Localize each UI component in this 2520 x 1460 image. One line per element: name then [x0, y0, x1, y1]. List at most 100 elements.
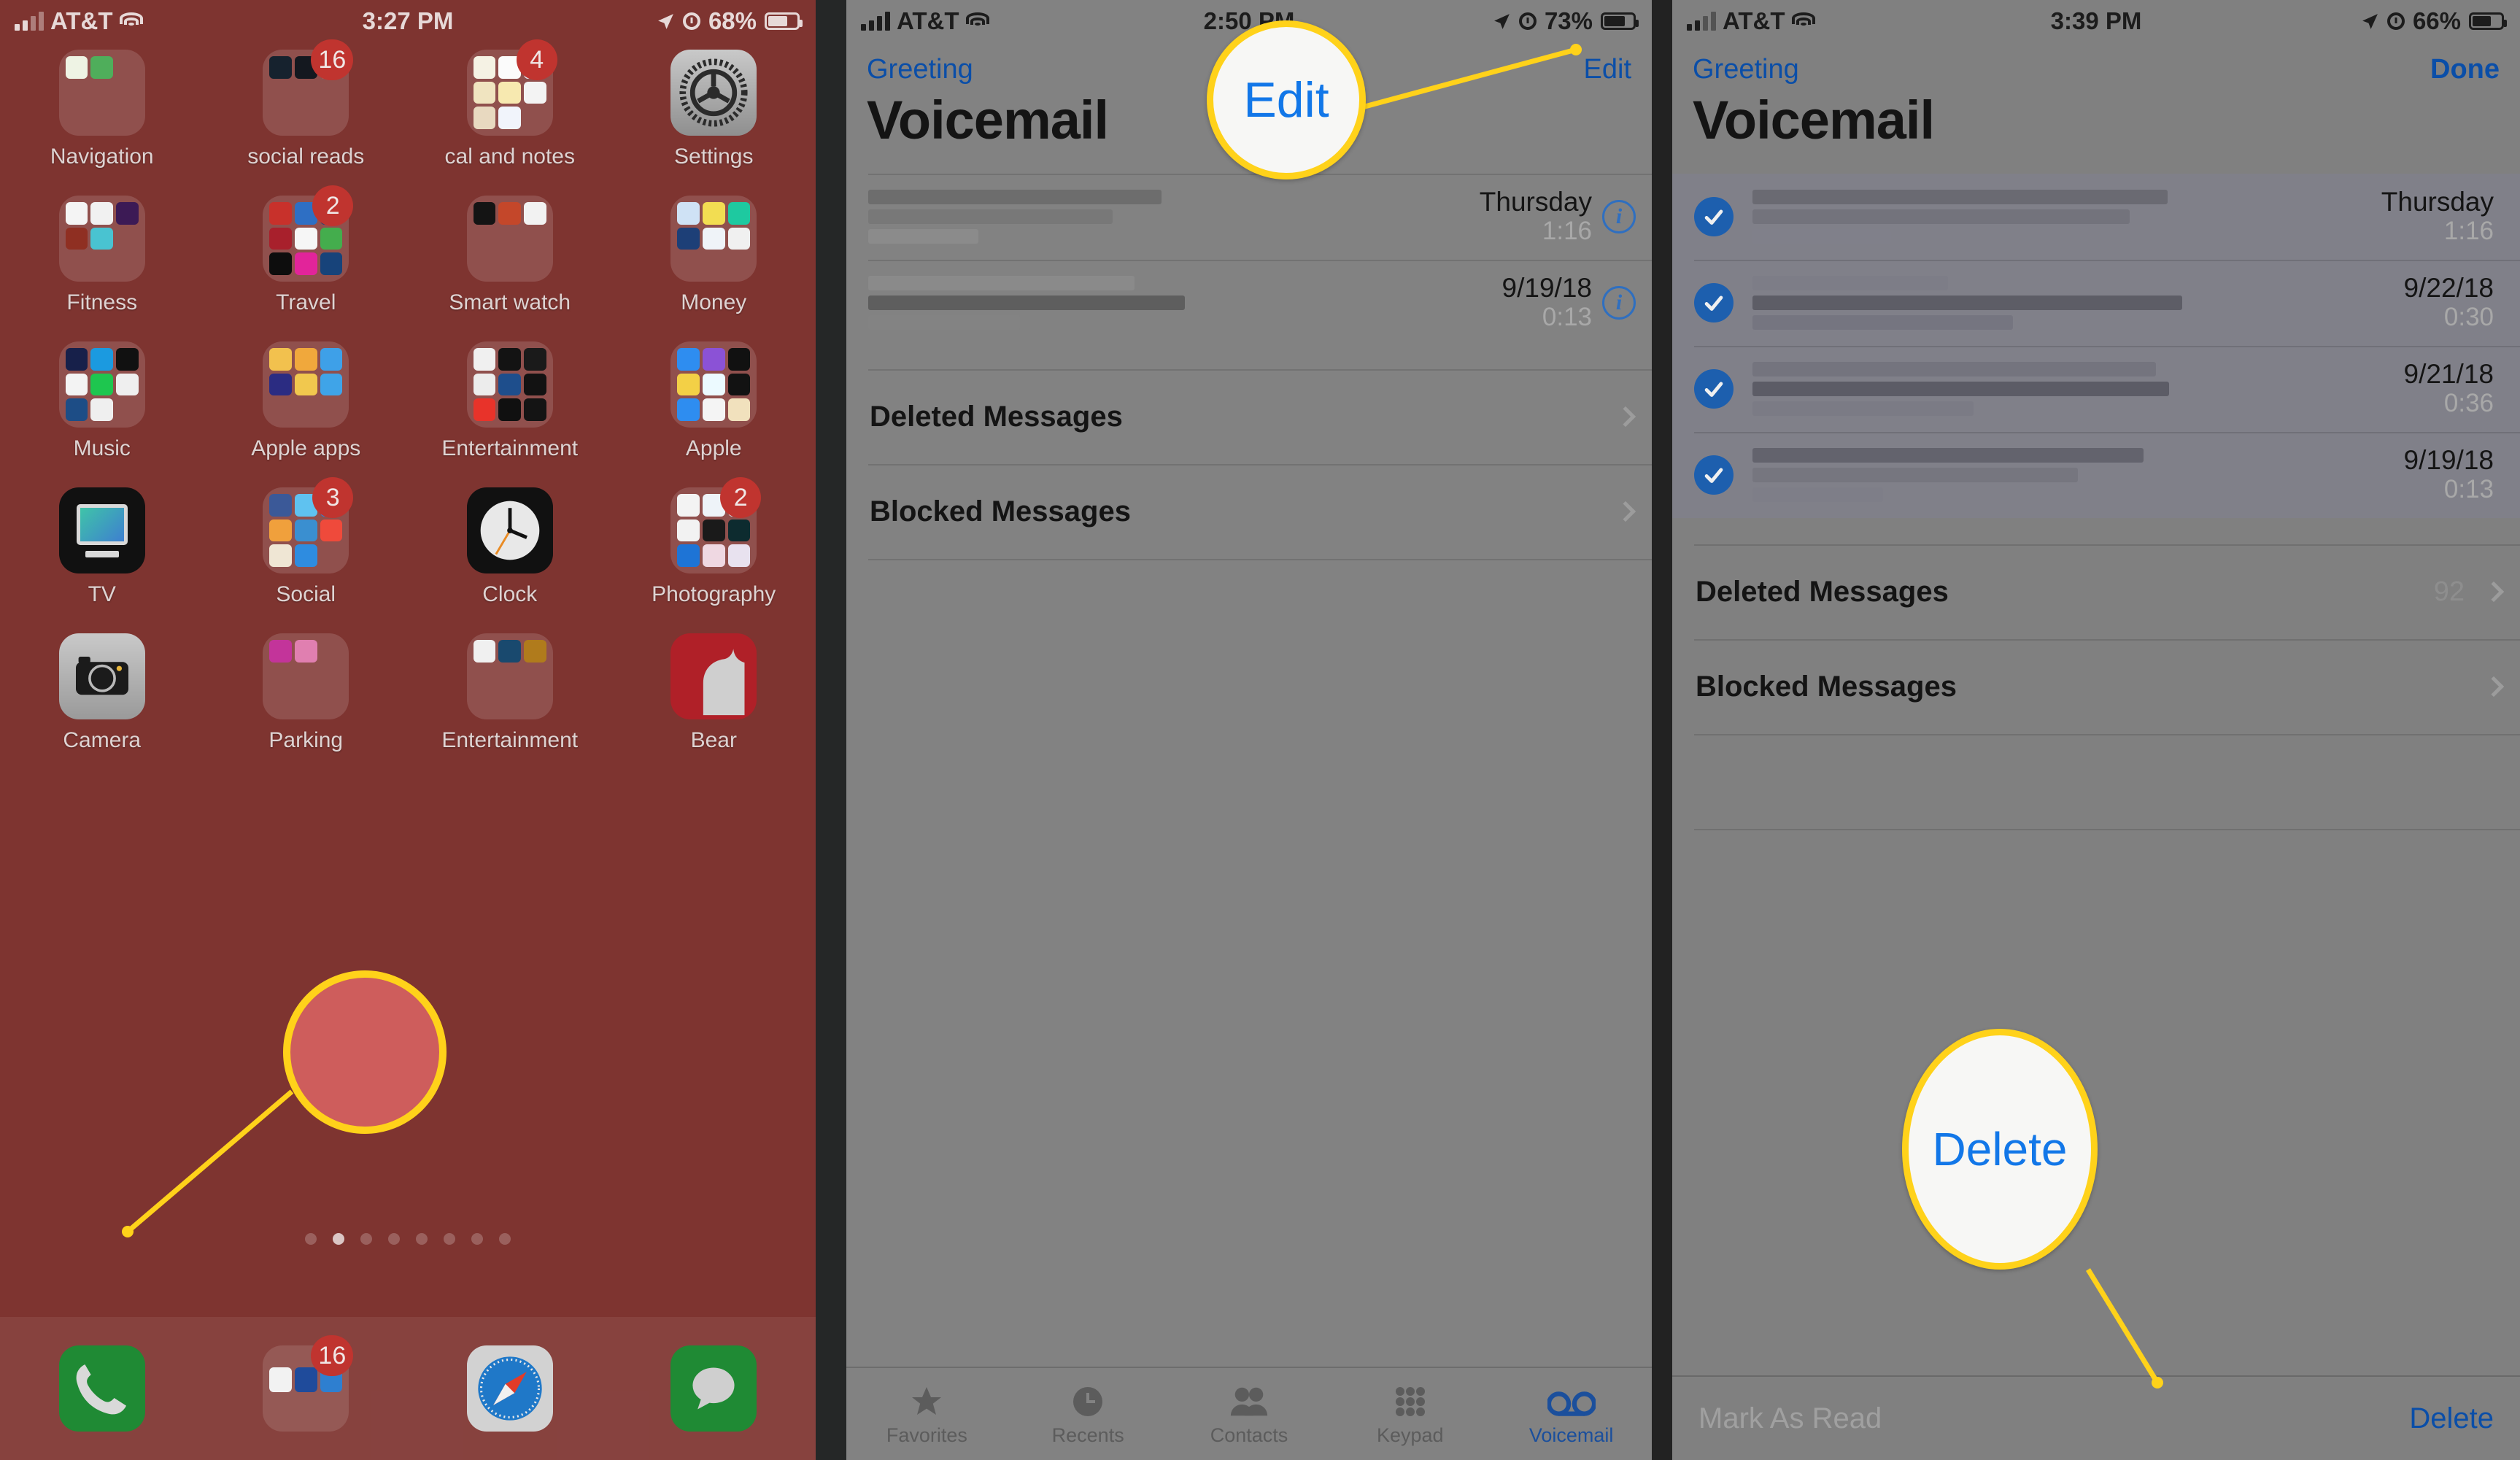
info-icon[interactable]: i: [1602, 286, 1636, 320]
mark-as-read-button[interactable]: Mark As Read: [1698, 1402, 1882, 1435]
wifi-icon: [965, 12, 989, 30]
battery-icon: [1601, 12, 1639, 30]
voicemail-row-selected[interactable]: Thursday 1:16: [1672, 174, 2520, 260]
camera-icon: [58, 633, 145, 719]
app-smart-watch[interactable]: Smart watch: [408, 196, 612, 341]
app-settings[interactable]: Settings: [612, 50, 816, 196]
app-photography[interactable]: 2 Photography: [612, 477, 816, 633]
greeting-button[interactable]: Greeting: [867, 54, 973, 85]
info-icon[interactable]: i: [1602, 200, 1636, 233]
carrier-label: AT&T: [1723, 7, 1785, 34]
app-social[interactable]: 3 Social: [204, 477, 409, 633]
screenshot-stage: AT&T 3:27 PM 68% Navigation 16 social re…: [0, 0, 2520, 1460]
deleted-messages-row[interactable]: Deleted Messages 92: [1672, 544, 2520, 639]
app-label: social reads: [247, 144, 365, 169]
voicemail-date: 9/22/18: [2403, 272, 2494, 303]
tab-recents[interactable]: Recents: [1008, 1381, 1169, 1447]
app-grid: Navigation 16 social reads 4 cal and not…: [0, 39, 816, 779]
voicemail-meta: 9/19/18 0:13: [1502, 274, 1592, 331]
carrier-label: AT&T: [50, 7, 113, 34]
done-button[interactable]: Done: [2430, 54, 2500, 85]
blocked-messages-label: Blocked Messages: [870, 495, 1131, 528]
voicemail-meta: 9/19/18 0:13: [2403, 444, 2494, 503]
safari-app-icon[interactable]: [466, 1345, 553, 1432]
tab-label: Keypad: [1377, 1424, 1444, 1446]
app-money[interactable]: Money: [612, 196, 816, 341]
checkbox-checked-icon[interactable]: [1694, 369, 1734, 409]
voicemail-row[interactable]: 9/19/18 0:13 i: [846, 260, 1652, 346]
folder-preview: [58, 341, 145, 428]
phone-app-icon[interactable]: [58, 1345, 145, 1432]
caller-name-redacted: [1752, 190, 2381, 244]
checkbox-checked-icon[interactable]: [1694, 283, 1734, 322]
blocked-messages-row[interactable]: Blocked Messages: [1672, 639, 2520, 734]
app-label: cal and notes: [444, 144, 575, 169]
voicemail-meta: Thursday 1:16: [1480, 188, 1592, 245]
badge-count: 3: [312, 477, 354, 518]
tab-bar: Favorites Recents Contacts Keypad Voicem…: [846, 1367, 1652, 1460]
caller-name-redacted: [1752, 362, 2404, 416]
tab-voicemail[interactable]: Voicemail: [1491, 1381, 1652, 1447]
voicemail-duration: 0:30: [2443, 302, 2494, 331]
tab-keypad[interactable]: Keypad: [1329, 1381, 1491, 1447]
app-camera[interactable]: Camera: [0, 633, 204, 779]
checkbox-checked-icon[interactable]: [1694, 455, 1734, 495]
row-separator: [868, 369, 1652, 371]
checkbox-checked-icon[interactable]: [1694, 197, 1734, 236]
voicemail-duration: 0:13: [2443, 474, 2494, 503]
voicemail-duration: 1:16: [2443, 216, 2494, 245]
row-separator: [1694, 544, 2520, 546]
battery-percent-label: 66%: [2412, 7, 2461, 34]
tab-contacts[interactable]: Contacts: [1169, 1381, 1330, 1447]
voicemail-row-selected[interactable]: 9/19/18 0:13: [1672, 432, 2520, 518]
app-apple-apps[interactable]: Apple apps: [204, 341, 409, 487]
voicemail-row-selected[interactable]: 9/21/18 0:36: [1672, 346, 2520, 432]
alarm-clock-icon: [682, 12, 700, 30]
app-label: Entertainment: [441, 728, 579, 752]
app-label: TV: [88, 582, 116, 606]
app-navigation[interactable]: Navigation: [0, 50, 204, 196]
status-right: 66%: [2361, 7, 2520, 35]
app-apple[interactable]: Apple: [612, 341, 816, 487]
app-label: Smart watch: [449, 290, 571, 314]
people-icon: [1229, 1381, 1269, 1419]
app-fitness[interactable]: Fitness: [0, 196, 204, 341]
voicemail-meta: Thursday 1:16: [2381, 188, 2494, 245]
row-separator: [1694, 346, 2520, 347]
voicemail-row-selected[interactable]: 9/22/18 0:30: [1672, 260, 2520, 346]
app-social-reads[interactable]: 16 social reads: [204, 39, 409, 196]
badge-count: 16: [311, 39, 354, 80]
app-clock[interactable]: Clock: [408, 487, 612, 633]
clock-icon: [1070, 1381, 1105, 1419]
app-tv[interactable]: TV: [0, 487, 204, 633]
app-bear[interactable]: Bear: [612, 633, 816, 779]
row-separator: [868, 260, 1652, 261]
app-travel[interactable]: 2 Travel: [204, 185, 409, 341]
app-label: Photography: [652, 582, 776, 606]
blocked-messages-row[interactable]: Blocked Messages: [846, 464, 1652, 559]
app-parking[interactable]: Parking: [204, 633, 409, 779]
star-icon: [909, 1381, 944, 1419]
app-entertainment-2[interactable]: Entertainment: [408, 633, 612, 779]
tab-favorites[interactable]: Favorites: [846, 1381, 1008, 1447]
badge-count: 4: [516, 39, 557, 80]
deleted-messages-row[interactable]: Deleted Messages: [846, 369, 1652, 464]
signal-bars-icon: [15, 12, 44, 31]
status-left: AT&T: [0, 7, 143, 35]
app-cal-and-notes[interactable]: 4 cal and notes: [408, 39, 612, 196]
messages-app-icon[interactable]: [670, 1345, 757, 1432]
greeting-button[interactable]: Greeting: [1693, 54, 1799, 85]
alarm-clock-icon: [2386, 12, 2405, 30]
folder-preview: [58, 50, 145, 136]
voicemail-date: 9/19/18: [2403, 444, 2494, 475]
battery-icon: [765, 12, 803, 30]
edit-callout: Edit: [1207, 20, 1366, 179]
wifi-icon: [119, 12, 143, 30]
delete-button[interactable]: Delete: [2409, 1402, 2494, 1435]
folder-preview: [58, 196, 145, 282]
voicemail-date: 9/19/18: [1501, 272, 1592, 303]
app-music[interactable]: Music: [0, 341, 204, 487]
caller-name-redacted: [868, 276, 1502, 330]
panel-divider-1: [816, 0, 846, 1460]
app-entertainment-folder[interactable]: Entertainment: [408, 341, 612, 487]
